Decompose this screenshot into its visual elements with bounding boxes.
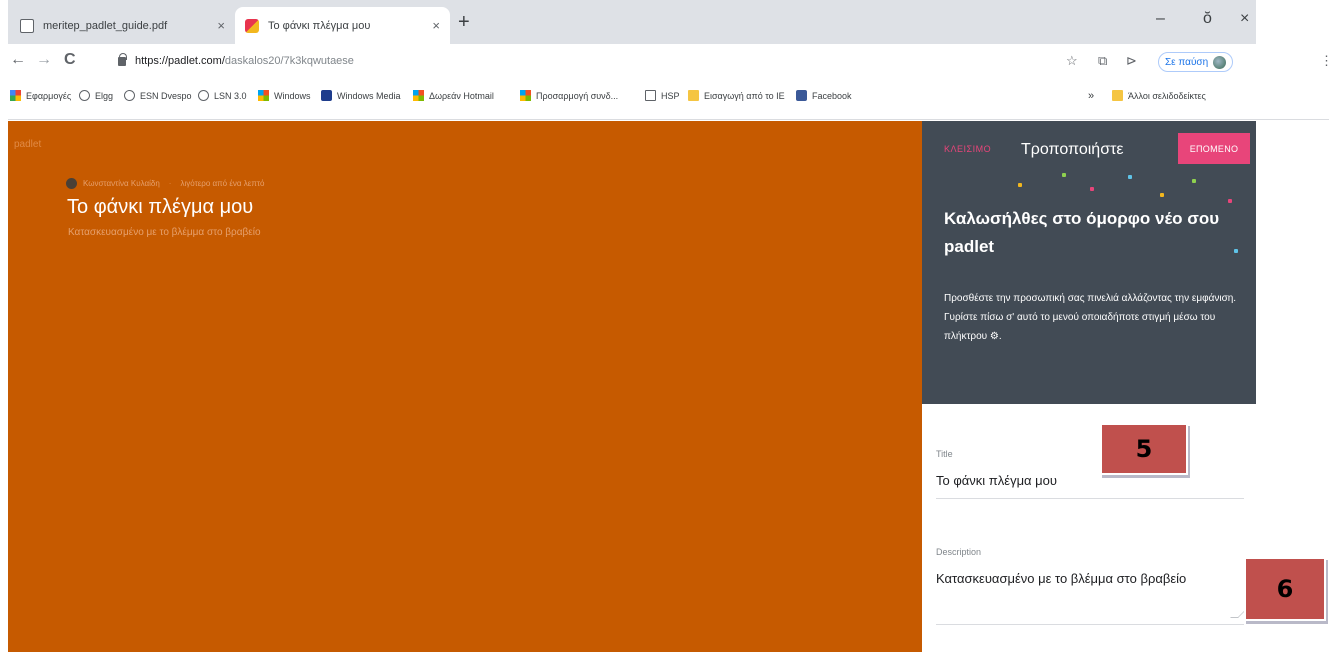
bookmarks-overflow-button[interactable]: » <box>1088 90 1094 102</box>
bookmark-windows[interactable]: Windows <box>258 90 311 101</box>
divider <box>936 624 1244 625</box>
panel-title: Τροποποιήστε <box>1021 141 1124 158</box>
tab-pdf-guide[interactable]: meritep_padlet_guide.pdf × <box>10 7 235 44</box>
extension-icon[interactable]: ⧉ <box>1098 53 1107 69</box>
forward-button[interactable]: → <box>36 51 52 69</box>
bookmark-hotmail[interactable]: Δωρεάν Hotmail <box>413 90 494 101</box>
browser-menu-icon[interactable]: ⋮ <box>1320 53 1329 69</box>
panel-header: ΚΛΕΙΣΙΜΟ Τροποποιήστε ΕΠΟΜΕΝΟ Καλωσήλθες… <box>922 121 1256 404</box>
next-button[interactable]: ΕΠΟΜΕΝΟ <box>1178 133 1250 164</box>
avatar[interactable] <box>66 178 77 189</box>
cast-icon[interactable]: ⊳ <box>1126 53 1137 69</box>
bookmark-hsp[interactable]: HSP <box>645 90 680 101</box>
page-subtitle: Κατασκευασμένο με το βλέμμα στο βραβείο <box>68 227 261 238</box>
windows-media-icon <box>321 90 332 101</box>
welcome-heading: Καλωσήλθες στο όμορφο νέο σου padlet <box>944 209 1220 256</box>
bookmark-esn[interactable]: ESN Dvespo <box>124 90 192 101</box>
profile-label: Σε παύση <box>1165 56 1209 68</box>
bookmark-apps[interactable]: Εφαρμογές <box>10 90 71 101</box>
confetti-decoration <box>1192 179 1196 183</box>
globe-icon <box>124 90 135 101</box>
url-path: daskalos20/7k3kqwutaese <box>224 55 354 67</box>
padlet-logo[interactable]: padlet <box>14 139 41 150</box>
tab-title: meritep_padlet_guide.pdf <box>43 19 168 32</box>
bookmark-customize-links[interactable]: Προσαρμογή συνδ... <box>520 90 618 101</box>
document-icon <box>20 18 34 33</box>
new-tab-button[interactable]: + <box>458 12 470 32</box>
divider <box>936 498 1244 499</box>
confetti-decoration <box>1228 199 1232 203</box>
bookmark-lsn[interactable]: LSN 3.0 <box>198 90 247 101</box>
apps-grid-icon <box>10 90 21 101</box>
tab-padlet[interactable]: Το φάνκι πλέγμα μου × <box>235 7 450 44</box>
padlet-favicon <box>245 18 259 33</box>
folder-icon <box>1112 90 1123 101</box>
padlet-canvas[interactable]: padlet Κωνσταντίνα Κυλαίδη · λιγότερο απ… <box>8 121 922 652</box>
bookmark-star-icon[interactable]: ☆ <box>1066 53 1078 69</box>
breadcrumb-separator: · <box>168 179 172 188</box>
page-icon <box>645 90 656 101</box>
bookmark-facebook[interactable]: Facebook <box>796 90 852 101</box>
close-window-button[interactable]: × <box>1240 10 1249 28</box>
minimize-button[interactable]: – <box>1156 10 1165 28</box>
folder-icon <box>688 90 699 101</box>
breadcrumb: Κωνσταντίνα Κυλαίδη · λιγότερο από ένα λ… <box>66 178 264 189</box>
avatar-icon <box>1213 55 1227 69</box>
description-field[interactable]: Κατασκευασμένο με το βλέμμα στο βραβείο <box>936 571 1186 586</box>
callout-badge-6: 6 <box>1244 557 1326 621</box>
globe-icon <box>198 90 209 101</box>
confetti-decoration <box>1128 175 1132 179</box>
facebook-icon <box>796 90 807 101</box>
close-tab-icon[interactable]: × <box>432 18 440 33</box>
windows-icon <box>413 90 424 101</box>
bookmark-import-ie[interactable]: Εισαγωγή από το IE <box>688 90 785 101</box>
other-bookmarks[interactable]: Άλλοι σελιδοδείκτες <box>1112 90 1206 101</box>
lock-icon <box>118 52 127 66</box>
url-host: https://padlet.com/ <box>135 55 225 67</box>
screenshot: meritep_padlet_guide.pdf × Το φάνκι πλέγ… <box>0 0 1329 652</box>
author-name: Κωνσταντίνα Κυλαίδη <box>83 179 160 188</box>
back-button[interactable]: ← <box>10 51 26 69</box>
page-title: Το φάνκι πλέγμα μου <box>67 196 254 218</box>
description-field-label: Description <box>936 547 982 557</box>
title-field-label: Title <box>936 449 953 459</box>
callout-badge-5: 5 <box>1100 423 1188 475</box>
modify-panel: ΚΛΕΙΣΙΜΟ Τροποποιήστε ΕΠΟΜΕΝΟ Καλωσήλθες… <box>922 121 1256 652</box>
confetti-decoration <box>1018 183 1022 187</box>
confetti-decoration <box>1062 173 1066 177</box>
tab-strip: meritep_padlet_guide.pdf × Το φάνκι πλέγ… <box>8 0 1256 44</box>
tab-title: Το φάνκι πλέγμα μου <box>268 19 371 32</box>
windows-icon <box>258 90 269 101</box>
address-bar-row: ← → C https://padlet.com/ daskalos20/7k3… <box>8 44 1329 78</box>
bookmark-elgg[interactable]: Elgg <box>79 90 113 101</box>
profile-button[interactable]: Σε παύση <box>1158 52 1234 72</box>
close-button[interactable]: ΚΛΕΙΣΙΜΟ <box>944 144 991 154</box>
globe-icon <box>79 90 90 101</box>
title-field[interactable]: Το φάνκι πλέγμα μου <box>936 473 1057 488</box>
welcome-text: Προσθέστε την προσωπική σας πινελιά αλλά… <box>944 293 1237 342</box>
confetti-decoration <box>1160 193 1164 197</box>
restore-button[interactable]: ŏ <box>1203 10 1212 28</box>
timestamp: λιγότερο από ένα λεπτό <box>180 179 265 188</box>
url-field[interactable]: https://padlet.com/ daskalos20/7k3kqwuta… <box>118 49 1048 73</box>
close-tab-icon[interactable]: × <box>217 18 225 33</box>
bookmarks-bar: Εφαρμογές Elgg ESN Dvespo LSN 3.0 Window… <box>8 78 1329 120</box>
reload-button[interactable]: C <box>64 51 76 69</box>
confetti-decoration <box>1090 187 1094 191</box>
bookmark-windows-media[interactable]: Windows Media <box>321 90 401 101</box>
windows-icon <box>520 90 531 101</box>
